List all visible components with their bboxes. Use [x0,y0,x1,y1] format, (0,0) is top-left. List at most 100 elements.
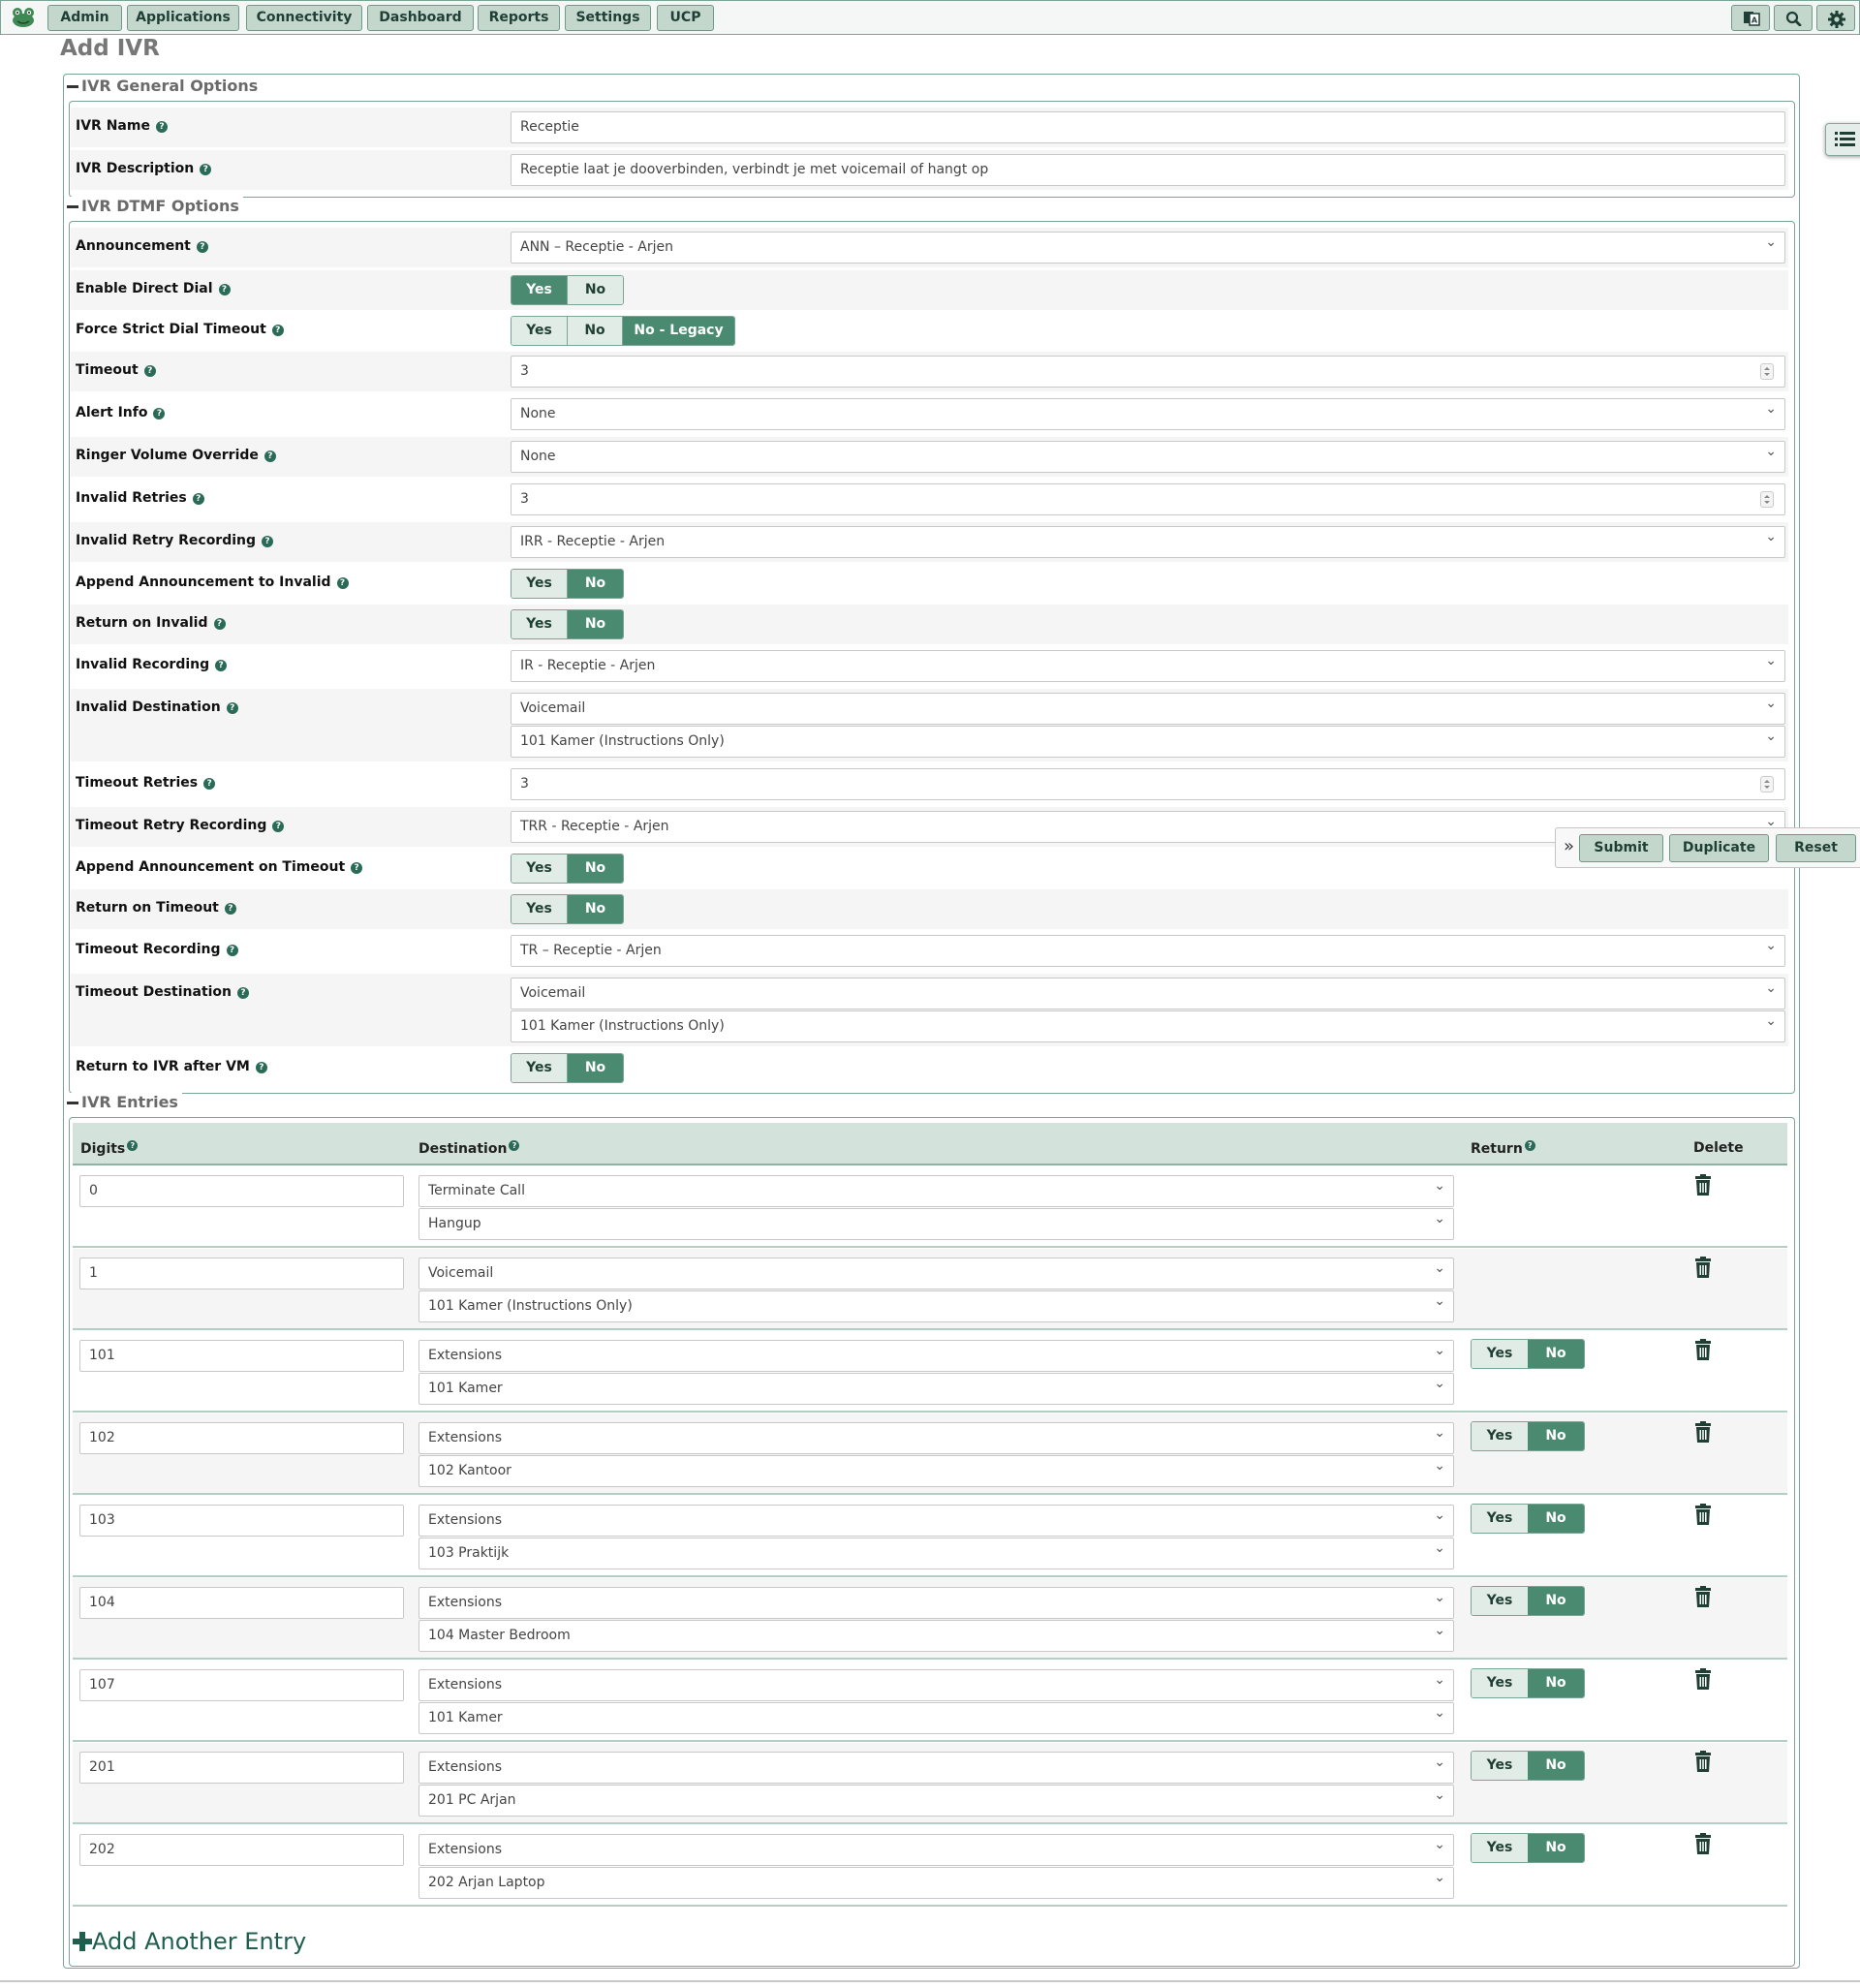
question-circle-icon[interactable]: ? [143,365,156,377]
direct-dial-yes[interactable]: Yes [512,276,568,304]
destination-target-select[interactable]: 101 Kamer (Instructions Only) [418,1290,1454,1322]
digits-input[interactable]: 101 [79,1340,404,1372]
ivr-name-input[interactable]: Receptie [511,111,1785,143]
direct-dial-no[interactable]: No [568,276,623,304]
frog-logo-icon[interactable] [11,7,36,28]
question-circle-icon[interactable]: ? [213,618,226,630]
timeout-retries-input[interactable]: 3 [511,768,1785,800]
nav-ucp[interactable]: UCP [657,5,714,31]
reset-button[interactable]: Reset [1776,834,1856,862]
nav-reports[interactable]: Reports [478,5,560,31]
destination-type-select[interactable]: Terminate Call [418,1175,1454,1207]
question-circle-icon[interactable]: ? [218,284,231,295]
return-no[interactable]: No [1528,1669,1584,1697]
digits-input[interactable]: 104 [79,1587,404,1619]
return-yes[interactable]: Yes [1472,1340,1528,1368]
question-circle-icon[interactable]: ? [203,778,216,790]
trash-icon[interactable] [1693,1257,1713,1282]
destination-target-select[interactable]: 101 Kamer [418,1373,1454,1405]
duplicate-button[interactable]: Duplicate [1669,834,1769,862]
destination-type-select[interactable]: Extensions [418,1340,1454,1372]
question-circle-icon[interactable]: ? [351,862,363,874]
question-circle-icon[interactable]: ? [224,903,236,915]
ringer-volume-select[interactable]: None [511,441,1785,473]
strict-timeout-no[interactable]: No [568,317,623,345]
nav-connectivity[interactable]: Connectivity [246,5,362,31]
invalid-destination-type-select[interactable]: Voicemail [511,693,1785,725]
question-circle-icon[interactable]: ? [264,450,276,462]
stepper-arrows[interactable] [1760,363,1774,380]
nav-admin[interactable]: Admin [47,5,122,31]
add-entry-link[interactable]: Add Another Entry [73,1928,306,1955]
question-circle-icon[interactable]: ? [200,164,212,175]
return-yes[interactable]: Yes [1472,1834,1528,1862]
question-circle-icon[interactable]: ? [509,1140,520,1151]
destination-target-select[interactable]: 201 PC Arjan [418,1785,1454,1817]
stepper-arrows[interactable] [1760,776,1774,792]
destination-target-select[interactable]: 101 Kamer [418,1702,1454,1734]
digits-input[interactable]: 107 [79,1669,404,1701]
ivr-entries-legend[interactable]: IVR Entries [67,1093,182,1111]
return-timeout-yes[interactable]: Yes [512,895,568,923]
settings-button[interactable] [1816,5,1855,31]
append-invalid-yes[interactable]: Yes [512,570,568,598]
dtmf-options-legend[interactable]: IVR DTMF Options [67,197,243,215]
digits-input[interactable]: 202 [79,1834,404,1866]
stepper-arrows[interactable] [1760,491,1774,508]
nav-settings[interactable]: Settings [565,5,651,31]
question-circle-icon[interactable]: ? [262,536,274,547]
return-yes[interactable]: Yes [1472,1669,1528,1697]
digits-input[interactable]: 201 [79,1752,404,1784]
strict-timeout-no-legacy[interactable]: No - Legacy [623,317,734,345]
return-timeout-no[interactable]: No [568,895,623,923]
trash-icon[interactable] [1693,1174,1713,1199]
question-circle-icon[interactable]: ? [1524,1140,1535,1151]
nav-applications[interactable]: Applications [127,5,239,31]
question-circle-icon[interactable]: ? [336,577,349,589]
question-circle-icon[interactable]: ? [255,1062,267,1073]
digits-input[interactable]: 1 [79,1258,404,1289]
announcement-select[interactable]: ANN – Receptie - Arjen [511,232,1785,264]
invalid-retry-recording-select[interactable]: IRR - Receptie - Arjen [511,526,1785,558]
return-after-vm-yes[interactable]: Yes [512,1054,568,1082]
append-timeout-yes[interactable]: Yes [512,854,568,883]
destination-type-select[interactable]: Extensions [418,1587,1454,1619]
destination-type-select[interactable]: Extensions [418,1422,1454,1454]
question-circle-icon[interactable]: ? [153,408,166,419]
return-no[interactable]: No [1528,1505,1584,1533]
timeout-recording-select[interactable]: TR – Receptie - Arjen [511,935,1785,967]
question-circle-icon[interactable]: ? [196,241,208,253]
invalid-recording-select[interactable]: IR - Receptie - Arjen [511,650,1785,682]
double-chevron-right-icon[interactable]: » [1564,836,1574,856]
return-no[interactable]: No [1528,1422,1584,1450]
nav-dashboard[interactable]: Dashboard [367,5,474,31]
return-after-vm-no[interactable]: No [568,1054,623,1082]
digits-input[interactable]: 0 [79,1175,404,1207]
return-invalid-yes[interactable]: Yes [512,610,568,638]
question-circle-icon[interactable]: ? [215,660,228,671]
destination-type-select[interactable]: Extensions [418,1669,1454,1701]
return-no[interactable]: No [1528,1587,1584,1615]
question-circle-icon[interactable]: ? [272,821,285,832]
trash-icon[interactable] [1693,1421,1713,1446]
timeout-destination-target-select[interactable]: 101 Kamer (Instructions Only) [511,1010,1785,1042]
destination-target-select[interactable]: 104 Master Bedroom [418,1620,1454,1652]
question-circle-icon[interactable]: ? [226,945,238,956]
general-options-legend[interactable]: IVR General Options [67,77,263,95]
destination-type-select[interactable]: Voicemail [418,1258,1454,1289]
question-circle-icon[interactable]: ? [271,325,284,336]
trash-icon[interactable] [1693,1586,1713,1611]
question-circle-icon[interactable]: ? [226,702,238,714]
return-yes[interactable]: Yes [1472,1752,1528,1780]
timeout-input[interactable]: 3 [511,356,1785,388]
search-button[interactable] [1774,5,1813,31]
question-circle-icon[interactable]: ? [127,1140,139,1151]
invalid-destination-target-select[interactable]: 101 Kamer (Instructions Only) [511,726,1785,758]
destination-target-select[interactable]: Hangup [418,1208,1454,1240]
invalid-retries-input[interactable]: 3 [511,483,1785,515]
digits-input[interactable]: 102 [79,1422,404,1454]
append-invalid-no[interactable]: No [568,570,623,598]
trash-icon[interactable] [1693,1751,1713,1776]
strict-timeout-yes[interactable]: Yes [512,317,568,345]
destination-target-select[interactable]: 202 Arjan Laptop [418,1867,1454,1899]
